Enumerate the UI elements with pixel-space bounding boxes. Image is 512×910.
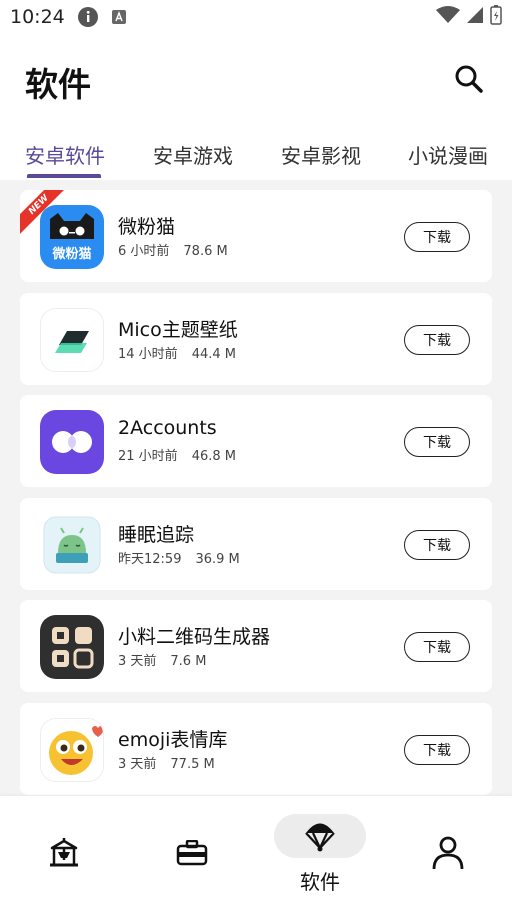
app-name: Mico主题壁纸 [118,318,238,341]
nav-item-profile[interactable] [384,796,512,910]
status-bar: 10:24 [0,0,512,34]
app-meta: 3 天前 7.6 M [118,650,206,669]
category-tabs: 安卓软件 安卓游戏 安卓影视 小说漫画 [0,134,512,180]
nav-item-home[interactable] [0,796,128,910]
app-size: 77.5 M [170,756,215,772]
mico-app-icon [40,307,104,372]
app-updated-time: 21 小时前 [118,449,178,464]
app-name: emoji表情库 [118,728,228,751]
app-name: 小料二维码生成器 [118,626,271,648]
download-button[interactable]: 下载 [404,222,470,252]
app-card[interactable]: 微粉猫 NEW 微粉猫 6 小时前 78.6 M 下载 [20,190,492,282]
emoji-app-icon [40,717,104,782]
nav-label-software: 软件 [300,870,340,894]
tab-active-indicator [27,174,101,178]
person-icon [432,836,464,870]
app-updated-time: 6 小时前 [118,244,170,259]
app-size: 46.8 M [191,449,236,464]
signal-icon [466,6,484,28]
app-icon-label: 微粉猫 [52,247,92,262]
app-card[interactable]: 睡眠追踪 昨天12:59 36.9 M 下载 [20,497,492,590]
download-button[interactable]: 下载 [404,324,470,355]
tab-novels-comics[interactable]: 小说漫画 [408,140,488,169]
app-meta: 3 天前 77.5 M [118,753,215,772]
app-header: 软件 安卓软件 安卓游戏 安卓影视 小说漫画 [0,34,512,180]
download-button[interactable]: 下载 [404,427,470,457]
new-badge: NEW [20,190,64,234]
app-name: 睡眠追踪 [118,523,195,546]
app-meta: 昨天12:59 36.9 M [118,548,240,567]
tab-android-games[interactable]: 安卓游戏 [153,140,233,169]
app-updated-time: 3 天前 [118,654,157,669]
app-updated-time: 14 小时前 [118,346,178,362]
font-a-icon [111,9,127,25]
nav-item-toolbox[interactable] [128,796,256,910]
app-updated-time: 3 天前 [118,756,157,772]
2accounts-app-icon [40,410,104,474]
battery-icon [490,5,502,29]
search-icon[interactable] [454,64,484,94]
info-icon [77,6,99,28]
app-meta: 14 小时前 44.4 M [118,343,236,362]
wifi-icon [436,6,460,28]
app-card[interactable]: emoji表情库 3 天前 77.5 M 下载 [20,702,492,795]
app-list: 微粉猫 NEW 微粉猫 6 小时前 78.6 M 下载 Mico主题壁纸 14 小… [20,190,492,805]
app-name: 微粉猫 [118,216,176,238]
app-updated-time: 昨天12:59 [118,551,182,567]
app-card[interactable]: Mico主题壁纸 14 小时前 44.4 M 下载 [20,292,492,385]
app-size: 36.9 M [195,551,240,567]
app-meta: 21 小时前 46.8 M [118,445,236,464]
download-button[interactable]: 下载 [404,529,470,560]
app-card[interactable]: 2Accounts 21 小时前 46.8 M 下载 [20,395,492,487]
qr-generator-app-icon [40,615,104,679]
toolbox-icon [176,840,208,866]
parachute-icon [305,823,335,852]
app-size: 7.6 M [170,654,207,669]
app-card[interactable]: 小料二维码生成器 3 天前 7.6 M 下载 [20,600,492,692]
status-time: 10:24 [10,6,65,28]
tab-android-software[interactable]: 安卓软件 [25,140,105,169]
sleep-tracker-app-icon [40,513,104,577]
download-button[interactable]: 下载 [404,632,470,662]
page-title: 软件 [23,58,91,106]
tab-android-video[interactable]: 安卓影视 [281,140,361,169]
app-meta: 6 小时前 78.6 M [118,240,228,259]
download-button[interactable]: 下载 [404,734,470,765]
app-name: 2Accounts [118,417,217,439]
carousel-icon [50,838,78,867]
app-size: 44.4 M [191,346,236,362]
bottom-navigation: 软件 [0,796,512,910]
app-size: 78.6 M [183,244,228,259]
